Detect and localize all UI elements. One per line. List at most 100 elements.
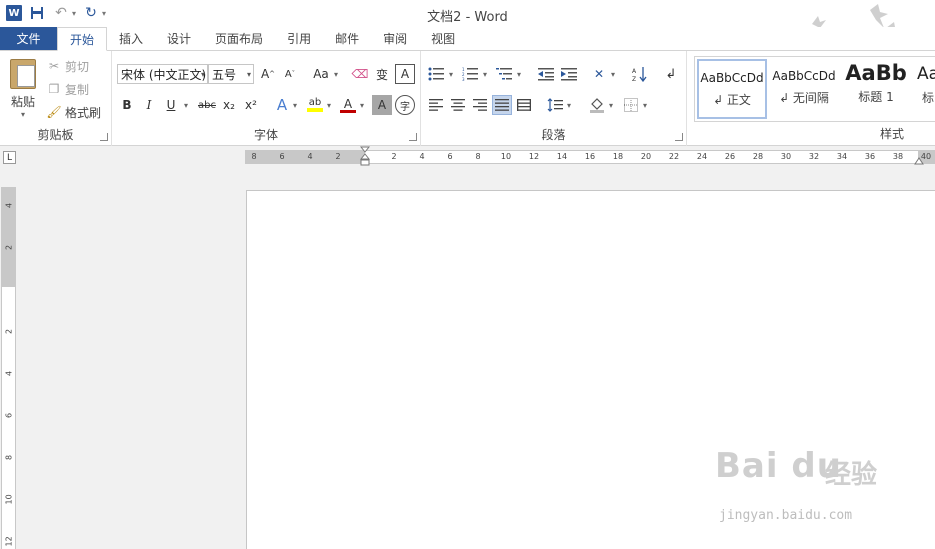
vertical-ruler[interactable]: 4 2 2 4 6 8 10 12 [1,187,16,549]
paste-button[interactable]: 粘贴 ▾ [6,57,40,119]
tab-insert[interactable]: 插入 [107,27,155,50]
indent-marker-icon[interactable] [360,146,370,172]
strikethrough-button[interactable]: abc [195,95,219,115]
ruler-tick-label: 4 [307,152,313,161]
copy-button[interactable]: ❐ 复制 [46,79,89,99]
numbering-icon: 123 [462,67,478,81]
clear-formatting-button[interactable]: ⌫ [350,64,370,84]
align-center-icon [451,99,465,111]
copy-label: 复制 [65,82,90,97]
borders-dropdown-icon[interactable]: ▾ [643,101,647,110]
tab-home[interactable]: 开始 [57,27,108,51]
superscript-button[interactable]: x² [241,95,261,115]
grow-font-button[interactable]: A ^ [258,64,278,84]
numbering-dropdown-icon[interactable]: ▾ [483,70,487,79]
multilevel-dropdown-icon[interactable]: ▾ [517,70,521,79]
show-marks-button[interactable]: ↲ [661,64,681,84]
subscript-button[interactable]: x₂ [219,95,239,115]
tab-review[interactable]: 审阅 [371,27,419,50]
style-no-spacing-name: ↲ 无间隔 [779,91,829,105]
font-group: 宋体 (中文正文) ▾ 五号 ▾ A ^ Aˇ Aa ▾ ⌫ 变 A B I U … [112,51,421,146]
ruler-tick-label: 28 [752,152,764,161]
highlight-button[interactable]: ab [305,95,325,115]
tab-references[interactable]: 引用 [275,27,323,50]
style-heading-1-name: 标题 1 [858,90,894,104]
decrease-indent-button[interactable] [536,64,556,84]
tab-selector-button[interactable]: L [3,151,16,164]
increase-indent-button[interactable] [559,64,579,84]
tab-file[interactable]: 文件 [0,27,57,50]
cut-button[interactable]: ✂ 剪切 [46,56,89,76]
font-size-combo[interactable]: 五号 ▾ [208,64,254,84]
ruler-tick-label: 6 [279,152,285,161]
watermark-brand: Bai du [715,446,842,486]
underline-dropdown-icon[interactable]: ▾ [184,101,188,110]
style-normal[interactable]: AaBbCcDd ↲ 正文 [697,59,767,119]
tab-design[interactable]: 设计 [155,27,203,50]
phonetic-guide-button[interactable]: 变 [372,64,392,84]
distributed-icon [517,99,531,111]
change-case-icon: Aa [313,67,329,81]
paste-dropdown-icon[interactable]: ▾ [6,110,40,119]
shading-dropdown-icon[interactable]: ▾ [609,101,613,110]
tab-view[interactable]: 视图 [419,27,467,50]
align-center-button[interactable] [448,95,468,115]
align-left-button[interactable] [426,95,446,115]
line-spacing-button[interactable] [545,95,565,115]
style-heading-2[interactable]: Aa 标 [913,59,935,119]
bullets-button[interactable] [426,64,446,84]
sort-button[interactable]: AZ [630,64,650,84]
justify-button[interactable] [492,95,512,115]
shrink-font-button[interactable]: Aˇ [280,64,300,84]
paragraph-launcher-icon[interactable] [675,133,683,141]
ruler-left-margin [245,151,365,163]
bullets-dropdown-icon[interactable]: ▾ [449,70,453,79]
character-border-button[interactable]: A [395,64,415,84]
font-color-dropdown-icon[interactable]: ▾ [360,101,364,110]
vertical-ruler-tick-label: 10 [4,494,14,505]
font-color-button[interactable]: A [338,95,358,115]
horizontal-ruler[interactable]: 8 6 4 2 2 4 6 8 10 12 14 16 18 20 22 24 26 28 30 32 34 36 38 40 [245,150,935,164]
character-shading-button[interactable]: A [372,95,392,115]
vertical-ruler-tick-label: 2 [4,328,14,335]
numbering-button[interactable]: 123 [460,64,480,84]
paragraph-shading-button[interactable] [587,95,607,115]
ruler-tick-label: 38 [892,152,904,161]
tab-mailings[interactable]: 邮件 [323,27,371,50]
font-name-value: 宋体 (中文正文) [121,67,207,82]
borders-button[interactable] [621,95,641,115]
align-right-icon [473,99,487,111]
align-right-button[interactable] [470,95,490,115]
text-effects-button[interactable]: A [272,95,292,115]
underline-button[interactable]: U [161,95,181,115]
text-effects-dropdown-icon[interactable]: ▾ [293,101,297,110]
font-launcher-icon[interactable] [409,133,417,141]
multilevel-list-button[interactable] [494,64,514,84]
distributed-button[interactable] [514,95,534,115]
font-name-combo[interactable]: 宋体 (中文正文) ▾ [117,64,208,84]
change-case-button[interactable]: Aa [308,64,334,84]
clipboard-launcher-icon[interactable] [100,133,108,141]
watermark-url: jingyan.baidu.com [719,508,853,523]
paintbrush-icon: 🖌 [46,105,62,119]
bold-button[interactable]: B [117,95,137,115]
highlight-color-bar [307,108,323,112]
line-spacing-dropdown-icon[interactable]: ▾ [567,101,571,110]
format-painter-button[interactable]: 🖌 格式刷 [46,102,101,122]
ribbon-tabs: 文件 开始 插入 设计 页面布局 引用 邮件 审阅 视图 [0,27,935,51]
subscript-icon: x₂ [223,98,235,112]
style-no-spacing[interactable]: AaBbCcDd ↲ 无间隔 [769,59,839,119]
change-case-dropdown-icon[interactable]: ▾ [334,70,338,79]
clipboard-group-label: 剪贴板 [37,128,74,142]
style-heading-1[interactable]: AaBb 标题 1 [841,59,911,119]
chinese-layout-button[interactable]: ✕ [589,64,609,84]
highlight-dropdown-icon[interactable]: ▾ [327,101,331,110]
right-indent-marker-icon[interactable] [914,157,924,165]
paragraph-group: ▾ 123 ▾ ▾ ✕ ▾ AZ ↲ ▾ ▾ ▾ 段落 [421,51,687,146]
ruler-tick-label: 4 [419,152,425,161]
styles-gallery: AaBbCcDd ↲ 正文 AaBbCcDd ↲ 无间隔 AaBb 标题 1 A… [694,56,935,122]
tab-page-layout[interactable]: 页面布局 [203,27,275,50]
enclose-characters-button[interactable]: 字 [395,95,415,115]
chinese-layout-dropdown-icon[interactable]: ▾ [611,70,615,79]
italic-button[interactable]: I [139,95,159,115]
